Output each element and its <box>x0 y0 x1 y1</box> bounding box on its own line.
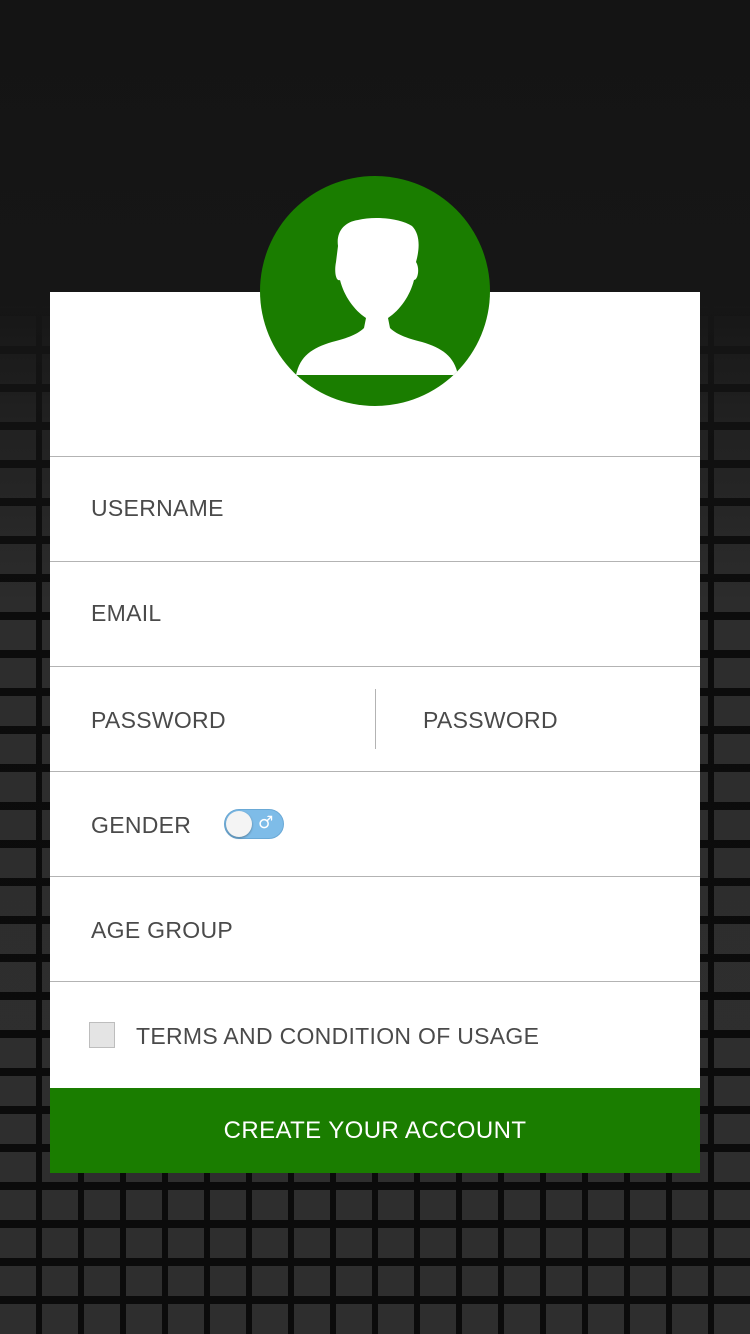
terms-row: TERMS AND CONDITION OF USAGE <box>50 981 700 1085</box>
toggle-knob <box>226 811 252 837</box>
password-label: PASSWORD <box>91 707 226 733</box>
username-label: USERNAME <box>91 495 224 521</box>
age-group-row: AGE GROUP <box>50 876 700 980</box>
username-row: USERNAME <box>50 456 700 560</box>
password-row: PASSWORD PASSWORD <box>50 666 700 770</box>
terms-checkbox[interactable] <box>89 1022 115 1048</box>
user-silhouette-icon <box>296 218 458 375</box>
confirm-password-label: PASSWORD <box>423 707 558 733</box>
avatar[interactable] <box>260 176 490 406</box>
terms-label: TERMS AND CONDITION OF USAGE <box>136 1023 540 1049</box>
create-account-label: CREATE YOUR ACCOUNT <box>223 1116 527 1144</box>
male-symbol-icon: ♂ <box>258 813 274 833</box>
gender-row: GENDER ♂ <box>50 771 700 875</box>
gender-label: GENDER <box>91 812 192 838</box>
email-label: EMAIL <box>91 600 162 626</box>
email-row: EMAIL <box>50 561 700 665</box>
gender-toggle[interactable]: ♂ <box>224 809 284 839</box>
password-divider <box>375 689 376 749</box>
create-account-button[interactable]: CREATE YOUR ACCOUNT <box>50 1088 700 1173</box>
age-group-label: AGE GROUP <box>91 917 234 943</box>
